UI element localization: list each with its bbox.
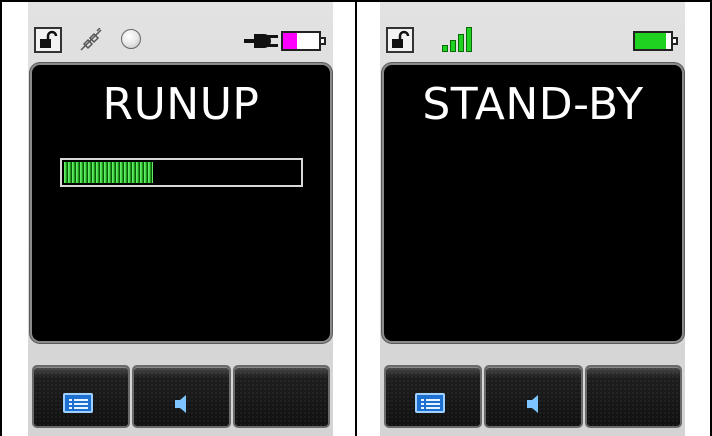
battery-icon	[281, 31, 327, 51]
table-divider	[355, 0, 357, 436]
signal-bar	[450, 40, 456, 52]
footer-band	[28, 344, 333, 364]
menu-button[interactable]	[32, 365, 130, 428]
speaker-icon	[527, 395, 538, 413]
battery-tip	[321, 37, 326, 45]
circle-icon	[121, 29, 141, 49]
blank-softkey-button[interactable]	[585, 365, 682, 428]
runup-progress-bar	[60, 158, 303, 187]
status-bar	[380, 2, 685, 62]
volume-button[interactable]	[132, 365, 231, 428]
state-title: STAND-BY	[422, 79, 644, 130]
signal-icon	[442, 26, 476, 52]
lock-open-icon[interactable]	[34, 27, 62, 53]
menu-button[interactable]	[384, 365, 482, 428]
battery-body	[281, 31, 321, 51]
menu-icon	[415, 393, 445, 413]
display-screen: STAND-BY	[384, 65, 682, 341]
speaker-icon	[175, 395, 186, 413]
battery-tip	[673, 37, 678, 45]
power-plug-icon	[244, 34, 278, 48]
display-screen: RUNUP	[32, 65, 330, 341]
device-panel-runup: RUNUP	[28, 2, 333, 436]
battery-fill	[635, 33, 666, 49]
device-panel-standby: STAND-BY	[380, 2, 685, 436]
progress-fill	[64, 162, 153, 183]
signal-bar	[442, 45, 448, 52]
signal-bar	[466, 27, 472, 52]
menu-icon	[63, 393, 93, 413]
soft-button-row	[384, 365, 682, 436]
status-bar	[28, 2, 333, 62]
signal-bar	[458, 34, 464, 52]
soft-button-row	[32, 365, 330, 436]
battery-icon	[633, 31, 679, 51]
plug-slash-icon	[80, 28, 102, 51]
battery-body	[633, 31, 673, 51]
volume-button[interactable]	[484, 365, 583, 428]
blank-softkey-button[interactable]	[233, 365, 330, 428]
battery-fill	[283, 33, 297, 49]
state-title: RUNUP	[102, 79, 260, 130]
lock-open-icon[interactable]	[386, 27, 414, 53]
footer-band	[380, 344, 685, 364]
